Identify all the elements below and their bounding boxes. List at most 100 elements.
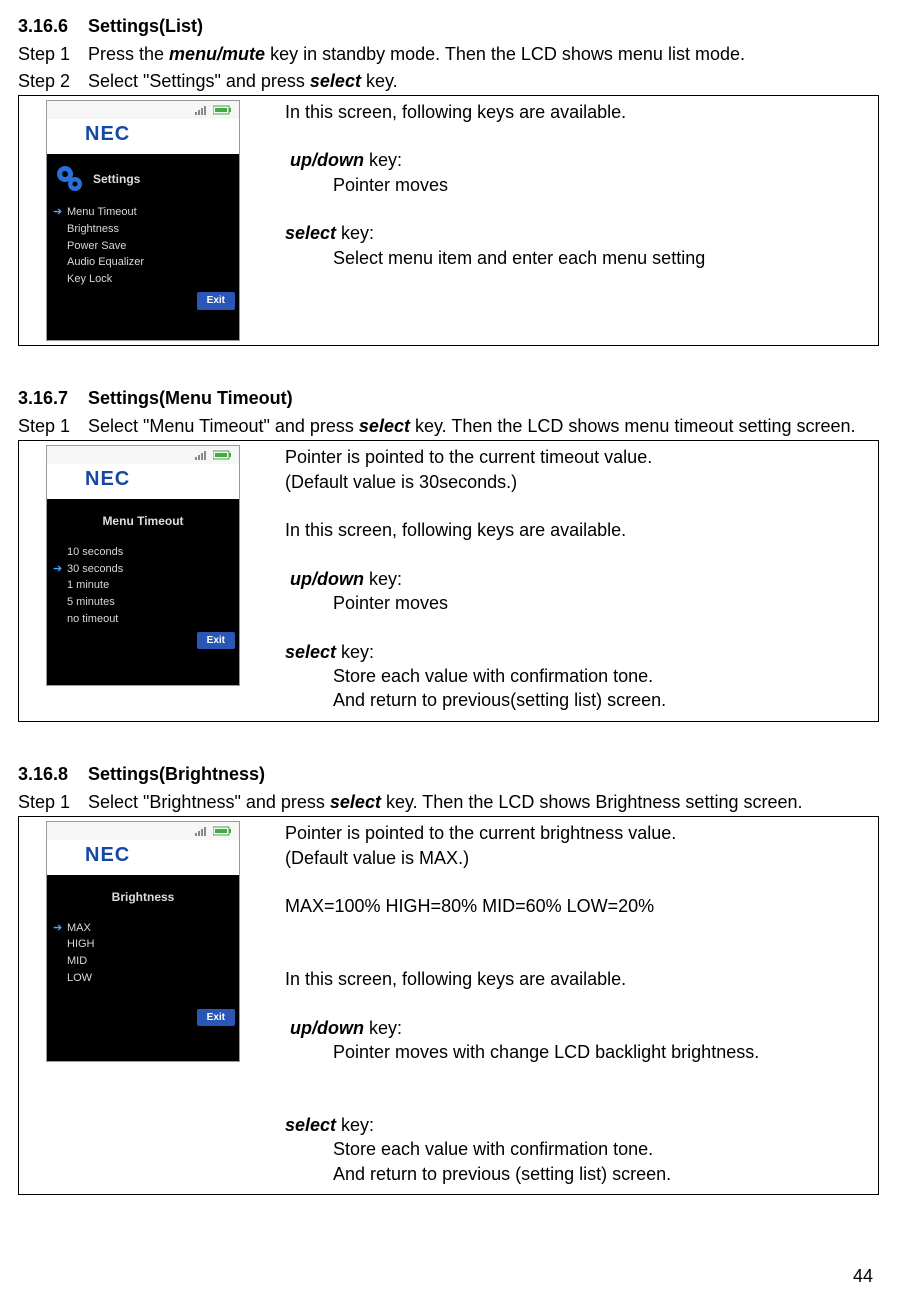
list-item: no timeout <box>53 611 239 628</box>
exit-button: Exit <box>197 632 235 650</box>
battery-icon <box>213 105 233 115</box>
key-desc: And return to previous (setting list) sc… <box>285 1162 868 1186</box>
section-number: 3.16.8 <box>18 762 88 786</box>
list-item: LOW <box>53 970 239 987</box>
phone-logo: NEC <box>47 464 239 499</box>
key-name: select <box>359 416 410 436</box>
key-name: select <box>330 792 381 812</box>
signal-icon <box>195 826 209 836</box>
section-title: Settings(Menu Timeout) <box>88 386 293 410</box>
phone-list: ➔Menu Timeout Brightness Power Save Audi… <box>47 204 239 288</box>
desc-line: Pointer is pointed to the current bright… <box>285 821 868 845</box>
desc-line: (Default value is 30seconds.) <box>285 470 868 494</box>
list-item: Brightness <box>53 221 239 238</box>
key-desc: Pointer moves <box>285 591 868 615</box>
battery-icon <box>213 826 233 836</box>
phone-statusbar <box>47 101 239 119</box>
list-item: ➔30 seconds <box>53 561 239 578</box>
step-label: Step 1 <box>18 42 88 66</box>
phone-screenshot-settings: NEC Settings ➔Menu Timeout Brightness Po… <box>46 100 240 341</box>
list-item: Audio Equalizer <box>53 254 239 271</box>
key-desc: And return to previous(setting list) scr… <box>285 688 868 712</box>
desc-values: MAX=100% HIGH=80% MID=60% LOW=20% <box>285 894 868 918</box>
key-desc: Pointer moves <box>285 173 868 197</box>
example-box-2: NEC Menu Timeout 10 seconds ➔30 seconds … <box>18 440 879 721</box>
key-heading: select key: <box>285 221 868 245</box>
list-item: Key Lock <box>53 271 239 288</box>
desc-line: Pointer is pointed to the current timeou… <box>285 445 868 469</box>
description-cell: Pointer is pointed to the current timeou… <box>267 441 878 720</box>
pointer-icon: ➔ <box>53 205 67 220</box>
section-heading-2: 3.16.7 Settings(Menu Timeout) <box>18 386 879 410</box>
list-item: 10 seconds <box>53 544 239 561</box>
list-item: Power Save <box>53 238 239 255</box>
step-label: Step 1 <box>18 414 88 438</box>
phone-statusbar <box>47 822 239 840</box>
list-item: MID <box>53 953 239 970</box>
phone-menu-header: Settings <box>47 160 239 204</box>
step-label: Step 1 <box>18 790 88 814</box>
example-box-3: NEC Brightness ➔MAX HIGH MID LOW Exit Po… <box>18 816 879 1194</box>
step-1: Step 1 Select "Menu Timeout" and press s… <box>18 414 879 438</box>
step-text: Select "Brightness" and press select key… <box>88 790 879 814</box>
key-desc: Store each value with confirmation tone. <box>285 664 868 688</box>
list-item: ➔MAX <box>53 920 239 937</box>
phone-statusbar <box>47 446 239 464</box>
key-desc: Select menu item and enter each menu set… <box>285 246 868 270</box>
screenshot-cell: NEC Settings ➔Menu Timeout Brightness Po… <box>19 96 267 345</box>
pointer-icon: ➔ <box>53 921 67 936</box>
key-heading: up/down key: <box>285 567 868 591</box>
desc-line: (Default value is MAX.) <box>285 846 868 870</box>
section-number: 3.16.7 <box>18 386 88 410</box>
key-heading: up/down key: <box>285 1016 868 1040</box>
desc-intro: In this screen, following keys are avail… <box>285 518 868 542</box>
step-text: Select "Menu Timeout" and press select k… <box>88 414 879 438</box>
phone-list: 10 seconds ➔30 seconds 1 minute 5 minute… <box>47 544 239 628</box>
key-desc: Store each value with confirmation tone. <box>285 1137 868 1161</box>
key-heading: select key: <box>285 640 868 664</box>
section-title: Settings(List) <box>88 14 203 38</box>
gear-icon <box>55 164 85 194</box>
step-1: Step 1 Select "Brightness" and press sel… <box>18 790 879 814</box>
exit-button: Exit <box>197 292 235 310</box>
phone-logo: NEC <box>47 840 239 875</box>
key-name: select <box>310 71 361 91</box>
step-text: Select "Settings" and press select key. <box>88 69 879 93</box>
key-heading: up/down key: <box>285 148 868 172</box>
phone-menu-title: Brightness <box>47 881 239 919</box>
page-number: 44 <box>853 1264 873 1288</box>
section-number: 3.16.6 <box>18 14 88 38</box>
list-item: 5 minutes <box>53 594 239 611</box>
key-name: menu/mute <box>169 44 265 64</box>
phone-screenshot-brightness: NEC Brightness ➔MAX HIGH MID LOW Exit <box>46 821 240 1062</box>
pointer-icon: ➔ <box>53 562 67 577</box>
list-item: 1 minute <box>53 577 239 594</box>
step-text: Press the menu/mute key in standby mode.… <box>88 42 879 66</box>
screenshot-cell: NEC Brightness ➔MAX HIGH MID LOW Exit <box>19 817 267 1193</box>
signal-icon <box>195 105 209 115</box>
key-heading: select key: <box>285 1113 868 1137</box>
example-box-1: NEC Settings ➔Menu Timeout Brightness Po… <box>18 95 879 346</box>
battery-icon <box>213 450 233 460</box>
description-cell: Pointer is pointed to the current bright… <box>267 817 878 1193</box>
list-item: HIGH <box>53 936 239 953</box>
step-label: Step 2 <box>18 69 88 93</box>
section-title: Settings(Brightness) <box>88 762 265 786</box>
section-heading-1: 3.16.6 Settings(List) <box>18 14 879 38</box>
list-item: ➔Menu Timeout <box>53 204 239 221</box>
phone-screenshot-timeout: NEC Menu Timeout 10 seconds ➔30 seconds … <box>46 445 240 686</box>
step-1: Step 1 Press the menu/mute key in standb… <box>18 42 879 66</box>
phone-menu-title: Settings <box>93 171 140 187</box>
screenshot-cell: NEC Menu Timeout 10 seconds ➔30 seconds … <box>19 441 267 720</box>
desc-intro: In this screen, following keys are avail… <box>285 967 868 991</box>
exit-button: Exit <box>197 1009 235 1027</box>
description-cell: In this screen, following keys are avail… <box>267 96 878 345</box>
phone-menu-title: Menu Timeout <box>47 505 239 543</box>
phone-logo: NEC <box>47 119 239 154</box>
phone-list: ➔MAX HIGH MID LOW <box>47 920 239 987</box>
signal-icon <box>195 450 209 460</box>
desc-intro: In this screen, following keys are avail… <box>285 100 868 124</box>
section-heading-3: 3.16.8 Settings(Brightness) <box>18 762 879 786</box>
key-desc: Pointer moves with change LCD backlight … <box>285 1040 868 1064</box>
step-2: Step 2 Select "Settings" and press selec… <box>18 69 879 93</box>
